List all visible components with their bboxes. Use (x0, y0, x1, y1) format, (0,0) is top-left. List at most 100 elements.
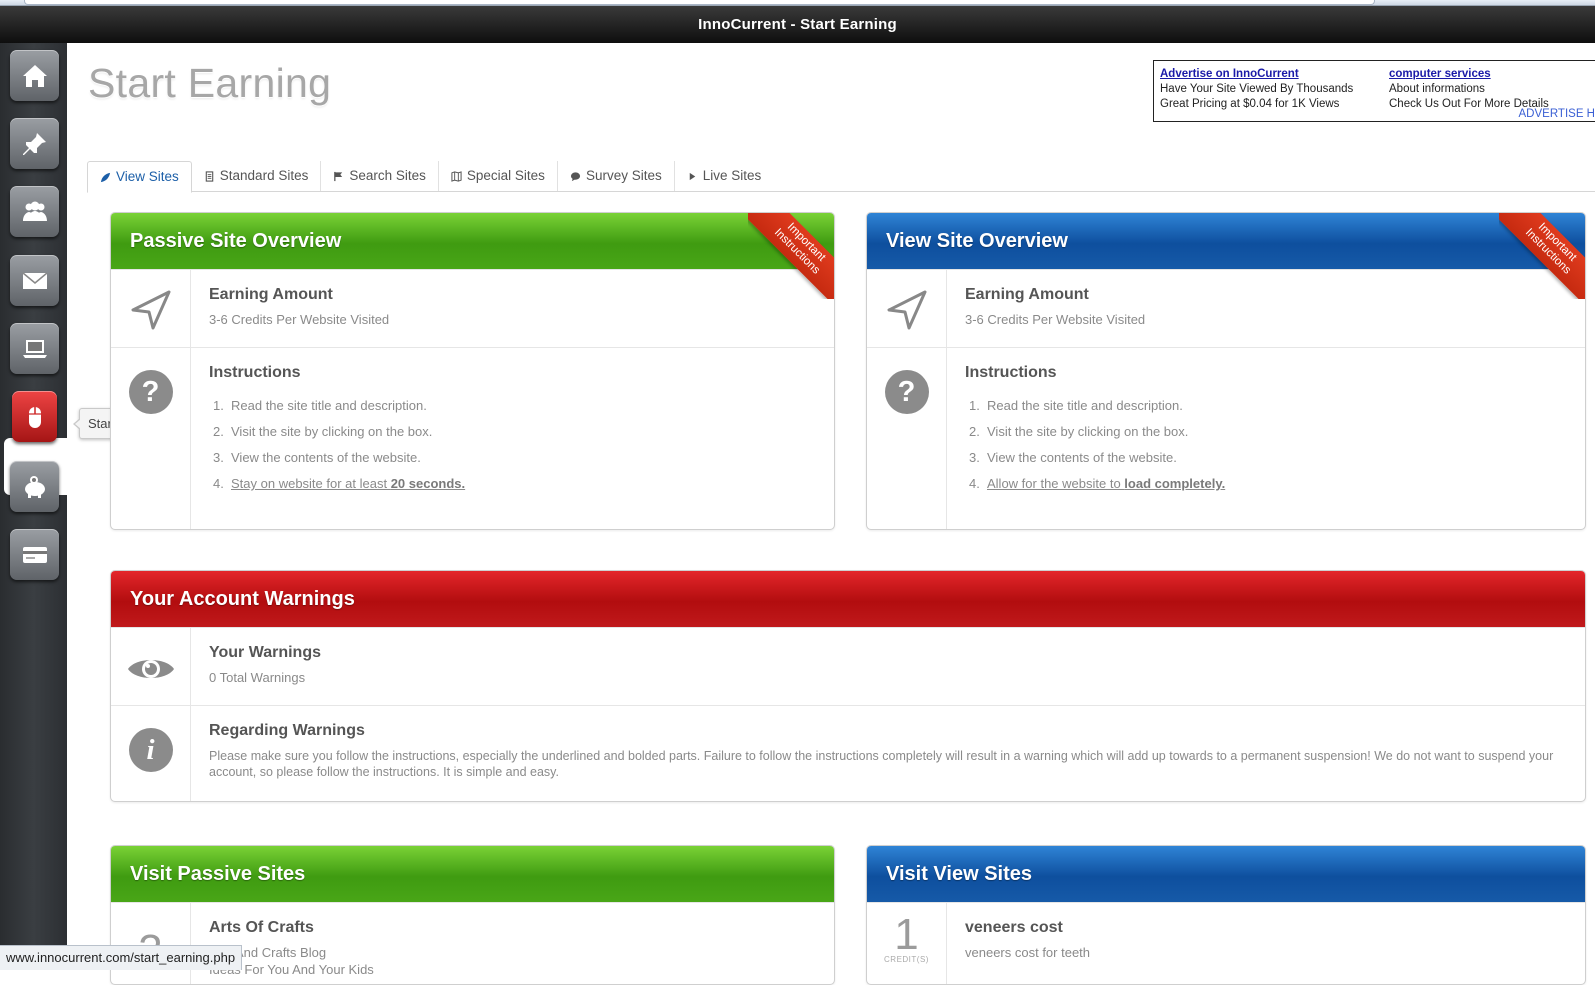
site-type-tabs: View Sites Standard Sites Search Sites S… (87, 161, 1595, 193)
list-item: 1. Read the site title and description. (213, 398, 427, 413)
ad-banner: Advertise on InnoCurrent Have Your Site … (1153, 60, 1595, 122)
sidebar-item-pin[interactable] (10, 118, 59, 169)
credit-card-icon (22, 546, 47, 563)
site-title: Arts Of Crafts (209, 919, 314, 936)
home-icon (22, 64, 47, 87)
sidebar-item-mail[interactable] (10, 255, 59, 306)
panel-header: Passive Site Overview Important Instructi… (111, 213, 834, 299)
mail-icon (22, 271, 47, 289)
tab-label: View Sites (116, 169, 179, 184)
eye-icon (127, 660, 174, 678)
laptop-icon (22, 339, 47, 358)
panel-title: Visit View Sites (886, 863, 1033, 885)
panel-header: Your Account Warnings (111, 571, 1585, 627)
tab-live-sites[interactable]: Live Sites (675, 161, 774, 191)
earning-amount-value: 3-6 Credits Per Website Visited (209, 312, 390, 327)
instructions-row: ? Instructions 1. Read the site title and… (867, 347, 1585, 529)
ad-text: Great Pricing at $0.04 for 1K Views (1160, 98, 1340, 110)
sidebar-item-credit-card[interactable] (10, 529, 59, 580)
earning-amount-row: Earning Amount 3-6 Credits Per Website V… (111, 269, 834, 347)
view-site-overview-panel: View Site Overview Important Instructions… (866, 212, 1586, 530)
panel-header: View Site Overview Important Instructions (867, 213, 1585, 299)
play-icon (689, 172, 695, 180)
regarding-warnings-row: i Regarding Warnings Please make sure yo… (111, 705, 1585, 801)
credit-unit-label: CREDIT(S) (884, 955, 929, 964)
view-site-item[interactable]: 1 CREDIT(S) veneers cost veneers cost fo… (867, 902, 1585, 984)
your-warnings-title: Your Warnings (209, 644, 321, 661)
ad-advertise-link[interactable]: ADVERTISE H (1519, 108, 1595, 120)
list-item: 3. View the contents of the website. (213, 450, 421, 465)
leaf-icon (100, 172, 111, 182)
question-icon: ? (884, 370, 929, 414)
tab-search-sites[interactable]: Search Sites (321, 161, 439, 191)
paper-plane-icon (887, 290, 926, 330)
ad-link-computer-services[interactable]: computer services (1389, 67, 1549, 82)
question-icon: ? (128, 370, 173, 414)
list-item: 1. Read the site title and description. (969, 398, 1183, 413)
panel-header: Visit Passive Sites (111, 846, 834, 902)
flag-icon (334, 171, 343, 181)
tab-label: Live Sites (702, 168, 762, 183)
paper-plane-icon (131, 290, 170, 330)
panel-title: Your Account Warnings (130, 588, 355, 610)
tab-label: Search Sites (349, 168, 426, 183)
document-icon (205, 170, 214, 182)
list-item: 4. Allow for the website to load complete… (969, 476, 1226, 491)
your-warnings-row: Your Warnings 0 Total Warnings (111, 627, 1585, 705)
sidebar (0, 43, 67, 970)
ad-link-advertise[interactable]: Advertise on InnoCurrent (1160, 67, 1353, 82)
speech-icon (570, 171, 581, 181)
piggy-bank-icon (24, 475, 45, 498)
instructions-list: 1. Read the site title and description. 2… (965, 398, 1567, 502)
browser-status-url: www.innocurrent.com/start_earning.php (0, 945, 243, 970)
sidebar-item-laptop[interactable] (10, 323, 59, 374)
panel-title: Passive Site Overview (130, 230, 342, 252)
earning-amount-row: Earning Amount 3-6 Credits Per Website V… (867, 269, 1585, 347)
passive-site-item[interactable]: 3 Arts Of Crafts Arts And Crafts Blog Id… (111, 902, 834, 984)
site-description: veneers cost for teeth (965, 945, 1091, 960)
list-item: 4. Stay on website for at least 20 second… (213, 476, 466, 491)
panel-header: Visit View Sites (867, 846, 1585, 902)
list-item: 3. View the contents of the website. (969, 450, 1177, 465)
instructions-list: 1. Read the site title and description. 2… (209, 398, 816, 502)
visit-view-sites-panel: Visit View Sites 1 CREDIT(S) veneers cos… (866, 845, 1586, 985)
earning-amount-value: 3-6 Credits Per Website Visited (965, 312, 1146, 327)
list-item: 2. Visit the site by clicking on the box. (969, 424, 1189, 439)
ad-column-1: Advertise on InnoCurrent Have Your Site … (1160, 67, 1353, 112)
tab-standard-sites[interactable]: Standard Sites (192, 161, 322, 191)
total-warnings-count: 0 Total Warnings (209, 670, 306, 685)
account-warnings-panel: Your Account Warnings Your Warnings 0 To… (110, 570, 1586, 802)
tab-survey-sites[interactable]: Survey Sites (558, 161, 675, 191)
ad-text: Have Your Site Viewed By Thousands (1160, 83, 1354, 95)
users-icon (22, 201, 47, 221)
ad-text: About informations (1389, 83, 1485, 95)
regarding-warnings-text: Please make sure you follow the instruct… (209, 749, 1554, 779)
regarding-warnings-title: Regarding Warnings (209, 722, 365, 739)
ad-column-2: computer services About informations Che… (1389, 67, 1549, 112)
earning-amount-title: Earning Amount (209, 286, 333, 303)
tab-label: Standard Sites (219, 168, 309, 183)
sidebar-item-users[interactable] (10, 186, 59, 237)
tab-special-sites[interactable]: Special Sites (439, 161, 558, 191)
list-item: 2. Visit the site by clicking on the box. (213, 424, 433, 439)
important-instructions-ribbon[interactable]: Important Instructions (1499, 213, 1585, 299)
page-title: Start Earning (88, 60, 332, 106)
pushpin-icon (22, 132, 46, 155)
site-description: Arts And Crafts Blog (209, 945, 327, 960)
window-title: InnoCurrent - Start Earning (0, 6, 1595, 43)
sidebar-item-home[interactable] (10, 50, 59, 101)
info-icon: i (128, 728, 173, 772)
earning-amount-title: Earning Amount (965, 286, 1089, 303)
sidebar-item-start-earning[interactable] (12, 391, 57, 442)
tab-label: Special Sites (466, 168, 545, 183)
panel-title: View Site Overview (886, 230, 1068, 252)
mouse-icon (28, 406, 41, 428)
panel-title: Visit Passive Sites (130, 863, 306, 885)
tab-view-sites[interactable]: View Sites (87, 161, 192, 193)
sidebar-item-piggy-bank[interactable] (10, 461, 59, 512)
important-instructions-ribbon[interactable]: Important Instructions (748, 213, 834, 299)
site-title: veneers cost (965, 919, 1063, 936)
instructions-title: Instructions (965, 364, 1057, 381)
map-icon (451, 170, 462, 182)
instructions-row: ? Instructions 1. Read the site title and… (111, 347, 834, 529)
